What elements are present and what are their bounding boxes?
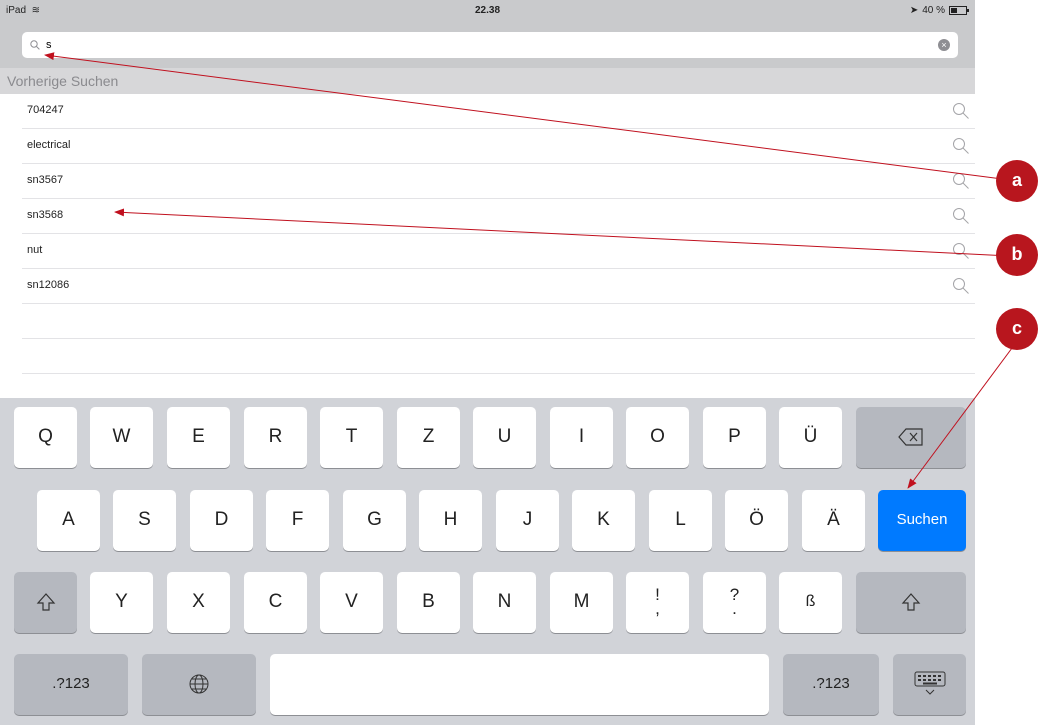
key-o[interactable]: O: [626, 407, 689, 468]
key-m[interactable]: M: [550, 572, 613, 633]
key-d[interactable]: D: [190, 490, 253, 551]
location-icon: ➤: [909, 5, 919, 16]
key-b[interactable]: B: [397, 572, 460, 633]
key-exclamation-comma[interactable]: ! ,: [626, 572, 689, 633]
numbers-key-right[interactable]: .?123: [783, 654, 879, 715]
empty-row: [22, 304, 975, 339]
callout-c: c: [996, 308, 1038, 350]
list-item-label: 704247: [27, 104, 64, 116]
list-item-label: electrical: [27, 139, 71, 151]
key-s[interactable]: S: [113, 490, 176, 551]
list-item-label: nut: [27, 244, 43, 256]
key-v[interactable]: V: [320, 572, 383, 633]
key-y[interactable]: Y: [90, 572, 153, 633]
key-z[interactable]: Z: [397, 407, 460, 468]
search-icon: [952, 137, 970, 160]
key-g[interactable]: G: [343, 490, 406, 551]
key-r[interactable]: R: [244, 407, 307, 468]
shift-key-left[interactable]: [14, 572, 77, 633]
key-p[interactable]: P: [703, 407, 766, 468]
key-i[interactable]: I: [550, 407, 613, 468]
callout-a: a: [996, 160, 1038, 202]
key-q[interactable]: Q: [14, 407, 77, 468]
key-c[interactable]: C: [244, 572, 307, 633]
search-icon: [952, 242, 970, 265]
key-a[interactable]: A: [37, 490, 100, 551]
status-bar: iPad ≋ 22.38 ➤ 40 %: [0, 0, 975, 28]
key-u-umlaut[interactable]: Ü: [779, 407, 842, 468]
onscreen-keyboard: Q W E R T Z U I O P Ü A S D F G H J K L …: [0, 398, 975, 725]
backspace-key[interactable]: [856, 407, 966, 468]
key-period: .: [732, 598, 737, 618]
keyboard-dismiss-key[interactable]: [893, 654, 966, 715]
key-k[interactable]: K: [572, 490, 635, 551]
key-x[interactable]: X: [167, 572, 230, 633]
section-header: Vorherige Suchen: [0, 68, 975, 94]
search-icon: [30, 37, 40, 55]
search-key[interactable]: Suchen: [878, 490, 966, 551]
key-eszett[interactable]: ß: [779, 572, 842, 633]
key-comma: ,: [655, 598, 660, 618]
search-input[interactable]: [46, 35, 926, 55]
ipad-screen: iPad ≋ 22.38 ➤ 40 % × Vorherige Suchen 7…: [0, 0, 975, 725]
battery-percent: 40 %: [922, 5, 945, 16]
globe-key[interactable]: [142, 654, 256, 715]
key-f[interactable]: F: [266, 490, 329, 551]
callout-b: b: [996, 234, 1038, 276]
key-n[interactable]: N: [473, 572, 536, 633]
key-w[interactable]: W: [90, 407, 153, 468]
recent-searches-list: 704247 electrical sn3567 sn3568 nut sn12…: [0, 94, 975, 374]
shift-icon: [901, 592, 921, 612]
empty-row: [22, 339, 975, 374]
list-item-label: sn3567: [27, 174, 64, 186]
status-time: 22.38: [474, 5, 501, 16]
search-field[interactable]: ×: [22, 32, 958, 58]
list-item[interactable]: nut: [22, 234, 975, 269]
list-item[interactable]: sn12086: [22, 269, 975, 304]
key-u[interactable]: U: [473, 407, 536, 468]
search-icon: [952, 277, 970, 300]
shift-key-right[interactable]: [856, 572, 966, 633]
key-t[interactable]: T: [320, 407, 383, 468]
key-e[interactable]: E: [167, 407, 230, 468]
backspace-icon: [898, 428, 924, 446]
key-l[interactable]: L: [649, 490, 712, 551]
battery-icon: [949, 6, 969, 15]
search-icon: [952, 102, 970, 125]
key-question-period[interactable]: ? .: [703, 572, 766, 633]
list-item[interactable]: 704247: [22, 94, 975, 129]
key-j[interactable]: J: [496, 490, 559, 551]
key-h[interactable]: H: [419, 490, 482, 551]
clear-icon[interactable]: ×: [938, 39, 950, 51]
list-item-label: sn3568: [27, 209, 64, 221]
numbers-key-left[interactable]: .?123: [14, 654, 128, 715]
list-item[interactable]: sn3567: [22, 164, 975, 199]
shift-icon: [36, 592, 56, 612]
list-item[interactable]: electrical: [22, 129, 975, 164]
search-icon: [952, 207, 970, 230]
key-o-umlaut[interactable]: Ö: [725, 490, 788, 551]
list-item-label: sn12086: [27, 279, 70, 291]
key-a-umlaut[interactable]: Ä: [802, 490, 865, 551]
search-icon: [952, 172, 970, 195]
search-bar: ×: [0, 28, 975, 68]
list-item[interactable]: sn3568: [22, 199, 975, 234]
globe-icon: [188, 673, 210, 695]
space-bar[interactable]: [270, 654, 769, 715]
keyboard-dismiss-icon: [913, 670, 947, 698]
